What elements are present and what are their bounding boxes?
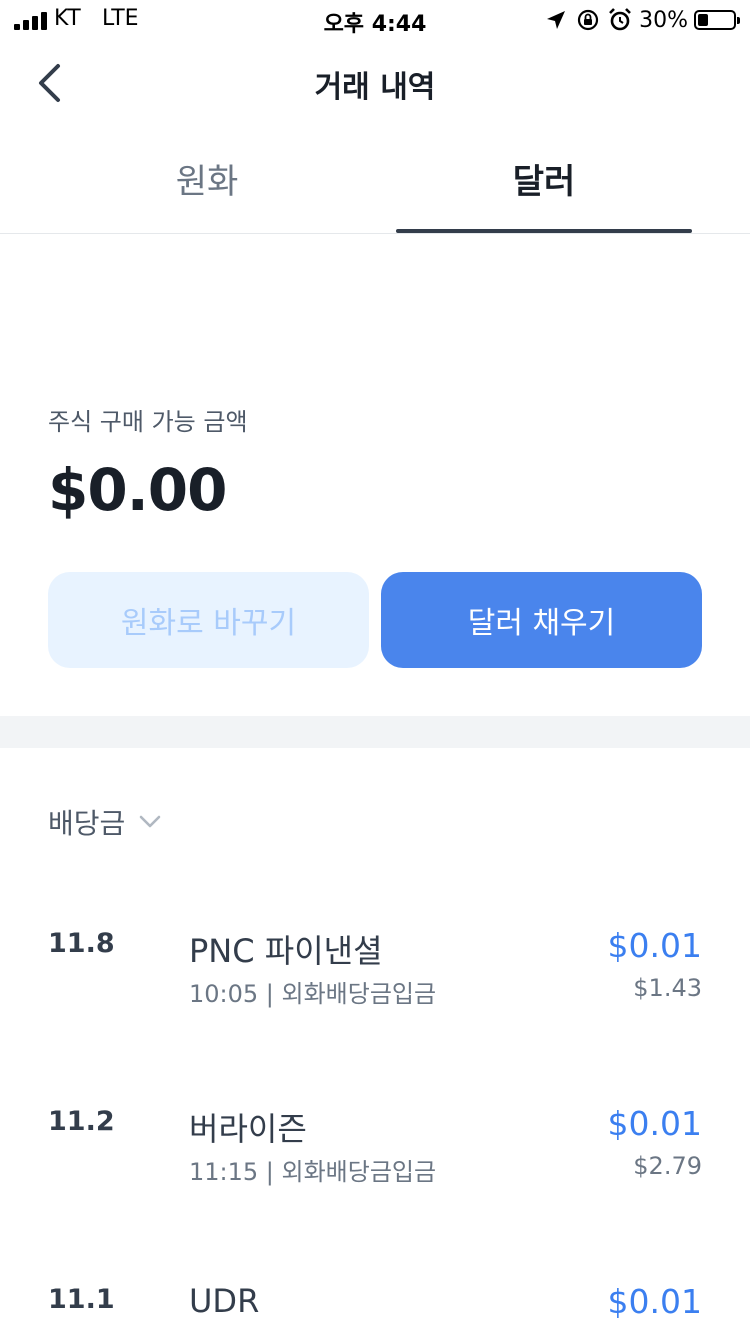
transaction-row[interactable]: 11.8 PNC 파이낸셜 10:05 | 외화배당금입금 $0.01 $1.4… [0,926,750,1038]
tab-won[interactable]: 원화 [40,154,374,203]
transaction-amount: $0.01 [607,926,702,965]
filter-label: 배당금 [48,807,126,840]
page-title: 거래 내역 [314,70,436,105]
transaction-amount: $0.01 [607,1104,702,1143]
transaction-date: 11.1 [48,1284,115,1315]
transaction-history-screen: KT LTE 오후 4:44 30% 거래 내역 원화 달러 주식 구매 가능 … [0,0,750,1334]
currency-tabs: 원화 달러 [0,126,750,234]
navigation-bar: 거래 내역 [0,40,750,126]
fill-dollar-button[interactable]: 달러 채우기 [381,572,702,668]
location-arrow-icon [547,11,566,29]
rotation-lock-icon [577,9,599,31]
transaction-date: 11.2 [48,1106,115,1137]
active-tab-indicator [396,229,692,233]
transaction-amount: $0.01 [607,1282,702,1321]
tab-dollar[interactable]: 달러 [396,154,692,203]
transaction-row[interactable]: 11.2 버라이즌 11:15 | 외화배당금입금 $0.01 $2.79 [0,1104,750,1216]
transaction-detail: 11:15 | 외화배당금입금 [189,1158,437,1186]
alarm-clock-icon [609,8,632,31]
chevron-down-icon [139,815,161,829]
balance-amount: $0.00 [48,456,227,524]
transaction-name: PNC 파이낸셜 [189,932,383,970]
transaction-balance: $1.43 [633,974,702,1002]
transaction-row[interactable]: 11.1 UDR $0.01 [0,1282,750,1334]
transaction-filter-dropdown[interactable]: 배당금 [48,800,161,844]
transaction-date: 11.8 [48,928,115,959]
section-divider [0,716,750,748]
transaction-name: 버라이즌 [189,1110,307,1148]
battery-level [698,14,708,26]
status-indicators: 30% [545,6,740,34]
transaction-balance: $2.79 [633,1152,702,1180]
convert-to-won-button[interactable]: 원화로 바꾸기 [48,572,369,668]
transaction-name: UDR [189,1282,260,1320]
battery-percent: 30% [639,7,688,33]
battery-icon [694,10,740,30]
balance-label: 주식 구매 가능 금액 [48,408,248,436]
transaction-detail: 10:05 | 외화배당금입금 [189,980,437,1008]
status-bar: KT LTE 오후 4:44 30% [0,0,750,40]
